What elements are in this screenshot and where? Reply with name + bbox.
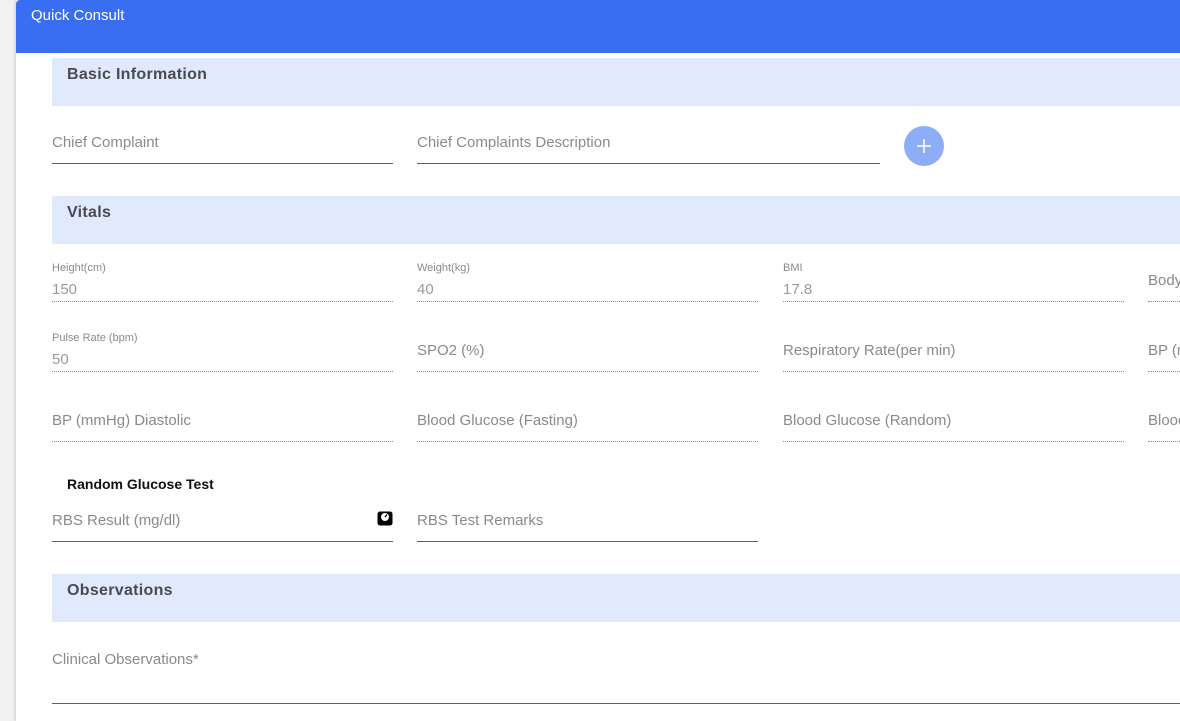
bp-diastolic-input[interactable]: BP (mmHg) Diastolic xyxy=(52,402,393,442)
section-observations: Observations xyxy=(52,574,1180,622)
chief-complaint-description-input[interactable]: Chief Complaints Description xyxy=(417,124,880,164)
weight-value: 40 xyxy=(417,281,434,298)
weight-label: Weight(kg) xyxy=(417,262,470,274)
blood-glucose-random-input[interactable]: Blood Glucose (Random) xyxy=(783,402,1124,442)
respiratory-rate-input[interactable]: Respiratory Rate(per min) xyxy=(783,332,1124,372)
chief-complaint-input[interactable]: Chief Complaint xyxy=(52,124,393,164)
pulse-rate-value: 50 xyxy=(52,351,69,368)
bmi-value: 17.8 xyxy=(783,281,813,298)
random-glucose-test-heading: Random Glucose Test xyxy=(67,476,214,492)
section-basic-information: Basic Information xyxy=(52,58,1180,106)
bmi-input[interactable]: BMI 17.8 xyxy=(783,262,1124,302)
weighing-scale-icon[interactable] xyxy=(377,511,393,526)
bp-systolic-placeholder: BP (m xyxy=(1148,342,1180,359)
respiratory-rate-placeholder: Respiratory Rate(per min) xyxy=(783,342,956,359)
rbs-remarks-placeholder: RBS Test Remarks xyxy=(417,512,544,529)
rbs-result-input[interactable]: RBS Result (mg/dl) xyxy=(52,502,393,542)
header-bar: Quick Consult xyxy=(16,0,1180,53)
rbs-result-placeholder: RBS Result (mg/dl) xyxy=(52,512,181,529)
rbs-remarks-input[interactable]: RBS Test Remarks xyxy=(417,502,758,542)
clinical-observations-label: Clinical Observations* xyxy=(52,651,199,668)
body-temperature-placeholder: Body xyxy=(1148,272,1180,289)
clinical-observations-input[interactable]: Clinical Observations* xyxy=(52,648,1180,704)
section-title-vitals: Vitals xyxy=(67,204,112,221)
blood-glucose-random-placeholder: Blood Glucose (Random) xyxy=(783,412,952,429)
pulse-rate-label: Pulse Rate (bpm) xyxy=(52,332,138,344)
page-title: Quick Consult xyxy=(31,7,125,24)
plus-icon xyxy=(917,139,931,153)
required-mark: * xyxy=(192,651,199,668)
clinical-observations-text: Clinical Observations xyxy=(52,651,193,668)
spo2-input[interactable]: SPO2 (%) xyxy=(417,332,758,372)
height-input[interactable]: Height(cm) 150 xyxy=(52,262,393,302)
bp-systolic-input[interactable]: BP (m xyxy=(1148,332,1180,372)
consult-card: Quick Consult Basic Information Chief Co… xyxy=(16,0,1180,721)
body-temperature-input[interactable]: Body xyxy=(1148,262,1180,302)
blood-glucose-fasting-placeholder: Blood Glucose (Fasting) xyxy=(417,412,578,429)
add-complaint-button[interactable] xyxy=(904,126,944,166)
spo2-placeholder: SPO2 (%) xyxy=(417,342,485,359)
chief-complaint-placeholder: Chief Complaint xyxy=(52,134,159,151)
height-value: 150 xyxy=(52,281,78,298)
section-vitals: Vitals xyxy=(52,196,1180,244)
blood-glucose-fasting-input[interactable]: Blood Glucose (Fasting) xyxy=(417,402,758,442)
chief-complaint-description-placeholder: Chief Complaints Description xyxy=(417,134,611,151)
section-title-basic: Basic Information xyxy=(67,66,208,83)
blood-glucose-extra-input[interactable]: Blood xyxy=(1148,402,1180,442)
height-label: Height(cm) xyxy=(52,262,106,274)
bp-diastolic-placeholder: BP (mmHg) Diastolic xyxy=(52,412,191,429)
bmi-label: BMI xyxy=(783,262,803,274)
section-title-observations: Observations xyxy=(67,582,173,599)
weight-input[interactable]: Weight(kg) 40 xyxy=(417,262,758,302)
blood-glucose-extra-placeholder: Blood xyxy=(1148,412,1180,429)
pulse-rate-input[interactable]: Pulse Rate (bpm) 50 xyxy=(52,332,393,372)
